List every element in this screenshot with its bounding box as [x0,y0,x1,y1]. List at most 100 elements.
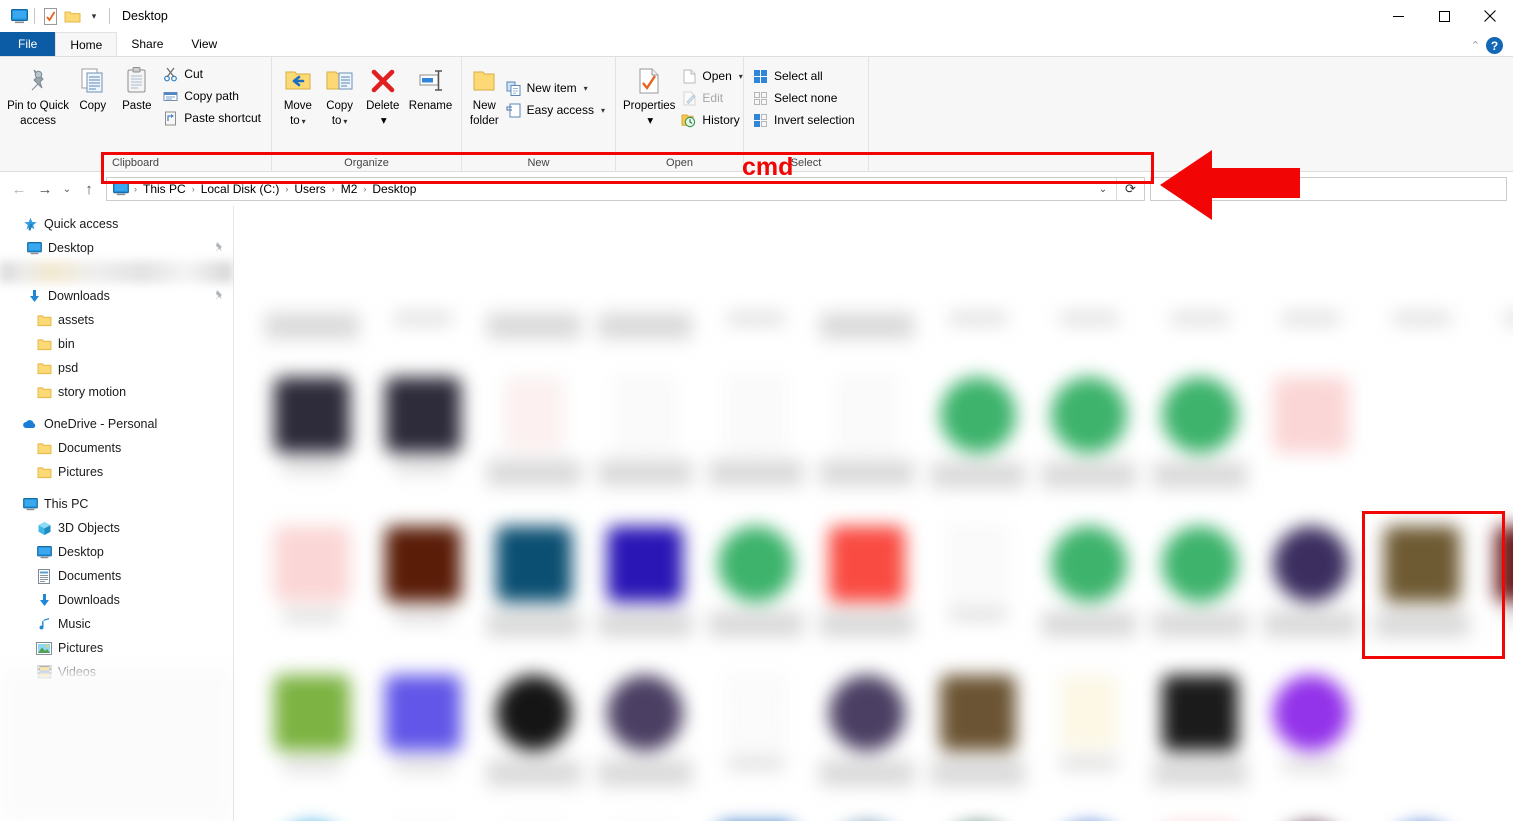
breadcrumb-local-disk[interactable]: Local Disk (C:) [196,180,285,198]
close-button[interactable] [1467,0,1513,32]
paste-button[interactable]: Paste [114,61,159,116]
desktop-icon-cell[interactable] [256,661,367,810]
new-item-button[interactable]: New item ▾ [502,77,610,99]
copy-to-button[interactable]: Copy to ▾ [319,61,361,131]
file-list-view[interactable]: stamp.cer [234,206,1513,821]
desktop-icon-cell[interactable] [1366,512,1477,661]
desktop-icon-cell[interactable] [256,512,367,661]
desktop-icon-cell[interactable] [811,661,922,810]
sidebar-item-desktop-pc[interactable]: Desktop [0,540,233,564]
breadcrumb-this-pc[interactable]: This PC [138,180,191,198]
sidebar-item-documents-pc[interactable]: Documents [0,564,233,588]
desktop-icon-cell[interactable] [1255,214,1366,363]
address-dropdown-icon[interactable]: ⌄ [1090,184,1116,195]
desktop-icon-cell[interactable] [1477,661,1513,810]
sidebar-item-downloads-qa[interactable]: Downloads [0,284,233,308]
desktop-icon-cell[interactable] [1033,661,1144,810]
maximize-button[interactable] [1421,0,1467,32]
sidebar-item-story-motion[interactable]: story motion [0,380,233,404]
recent-locations-button[interactable]: ⌄ [58,176,76,202]
desktop-icon-cell[interactable] [1366,810,1477,821]
desktop-icon-cell[interactable] [256,214,367,363]
desktop-icon-cell[interactable] [1255,661,1366,810]
desktop-icon-cell[interactable] [1255,512,1366,661]
desktop-icon-cell[interactable] [1144,363,1255,512]
desktop-icon-cell[interactable] [589,512,700,661]
desktop-icon-cell[interactable] [1366,661,1477,810]
desktop-icon-cell[interactable] [367,363,478,512]
up-button[interactable]: ↑ [76,176,102,202]
tab-share[interactable]: Share [117,32,177,56]
desktop-icon-cell[interactable] [1477,363,1513,512]
desktop-icon-cell[interactable] [1255,363,1366,512]
desktop-icon-cell[interactable] [922,214,1033,363]
sidebar-item-music[interactable]: Music [0,612,233,636]
paste-shortcut-button[interactable]: Paste shortcut [159,107,266,129]
history-button[interactable]: History [677,109,747,131]
back-button[interactable]: ← [6,176,32,202]
tab-home[interactable]: Home [55,32,118,56]
desktop-icon-cell[interactable] [256,810,367,821]
desktop-icon-cell[interactable] [811,810,922,821]
desktop-icon-cell[interactable] [1144,661,1255,810]
sidebar-item-downloads-pc[interactable]: Downloads [0,588,233,612]
sidebar-item-bin[interactable]: bin [0,332,233,356]
desktop-icon-cell[interactable] [922,810,1033,821]
copy-button[interactable]: Copy [71,61,114,116]
desktop-icon-cell[interactable] [478,810,589,821]
desktop-icon-cell[interactable] [1477,214,1513,363]
desktop-icon-cell[interactable] [478,214,589,363]
move-to-button[interactable]: Move to ▾ [277,61,319,131]
address-field[interactable]: › This PC › Local Disk (C:) › Users › M2… [106,177,1145,201]
sidebar-item-pictures[interactable]: Pictures [0,636,233,660]
desktop-icon-cell[interactable] [922,661,1033,810]
invert-selection-button[interactable]: Invert selection [749,109,860,131]
breadcrumb-m2[interactable]: M2 [336,180,363,198]
easy-access-button[interactable]: Easy access ▾ [502,99,610,121]
desktop-icon-cell[interactable] [478,512,589,661]
desktop-icon-cell[interactable] [589,363,700,512]
desktop-icon-cell[interactable] [1366,363,1477,512]
desktop-icon-cell[interactable] [1033,810,1144,821]
select-none-button[interactable]: Select none [749,87,860,109]
desktop-icon-cell[interactable] [1144,512,1255,661]
sidebar-item-onedrive-documents[interactable]: Documents [0,436,233,460]
desktop-icon-cell[interactable] [1366,214,1477,363]
desktop-icon-cell[interactable] [589,810,700,821]
new-folder-button[interactable]: New folder [467,61,502,130]
new-folder-icon[interactable] [61,3,83,29]
desktop-icon-cell[interactable] [367,512,478,661]
sidebar-item-this-pc[interactable]: This PC [0,492,233,516]
desktop-icon-cell[interactable] [589,661,700,810]
help-icon[interactable]: ? [1486,37,1503,54]
tab-file[interactable]: File [0,32,56,56]
breadcrumb-users[interactable]: Users [289,180,330,198]
desktop-icon-cell[interactable] [256,363,367,512]
sidebar-item-onedrive[interactable]: OneDrive - Personal [0,412,233,436]
desktop-icon-cell[interactable] [700,661,811,810]
desktop-icon-cell[interactable] [700,512,811,661]
sidebar-item-desktop-qa[interactable]: Desktop [0,236,233,260]
properties-check-icon[interactable] [39,3,61,29]
desktop-icon-cell[interactable] [589,214,700,363]
qat-dropdown-icon[interactable]: ▾ [83,3,105,29]
desktop-icon-cell[interactable] [700,363,811,512]
desktop-icon-cell[interactable] [478,661,589,810]
desktop-icon-cell[interactable] [367,214,478,363]
desktop-icon-cell[interactable] [367,661,478,810]
this-pc-icon[interactable] [8,3,30,29]
forward-button[interactable]: → [32,176,58,202]
sidebar-item-psd[interactable]: psd [0,356,233,380]
desktop-icon-cell[interactable] [1033,512,1144,661]
select-all-button[interactable]: Select all [749,65,860,87]
desktop-icon-cell[interactable] [700,810,811,821]
pin-icon[interactable] [213,289,225,304]
desktop-icon-cell[interactable] [1255,810,1366,821]
desktop-icon-cell[interactable] [811,512,922,661]
rename-button[interactable]: Rename [405,61,456,116]
desktop-icon-cell[interactable] [1477,810,1513,821]
desktop-icon-cell[interactable] [1144,810,1255,821]
desktop-icon-cell[interactable] [922,363,1033,512]
pin-to-quick-access-button[interactable]: Pin to Quick access [5,61,71,130]
desktop-icon-cell[interactable] [1477,512,1513,661]
